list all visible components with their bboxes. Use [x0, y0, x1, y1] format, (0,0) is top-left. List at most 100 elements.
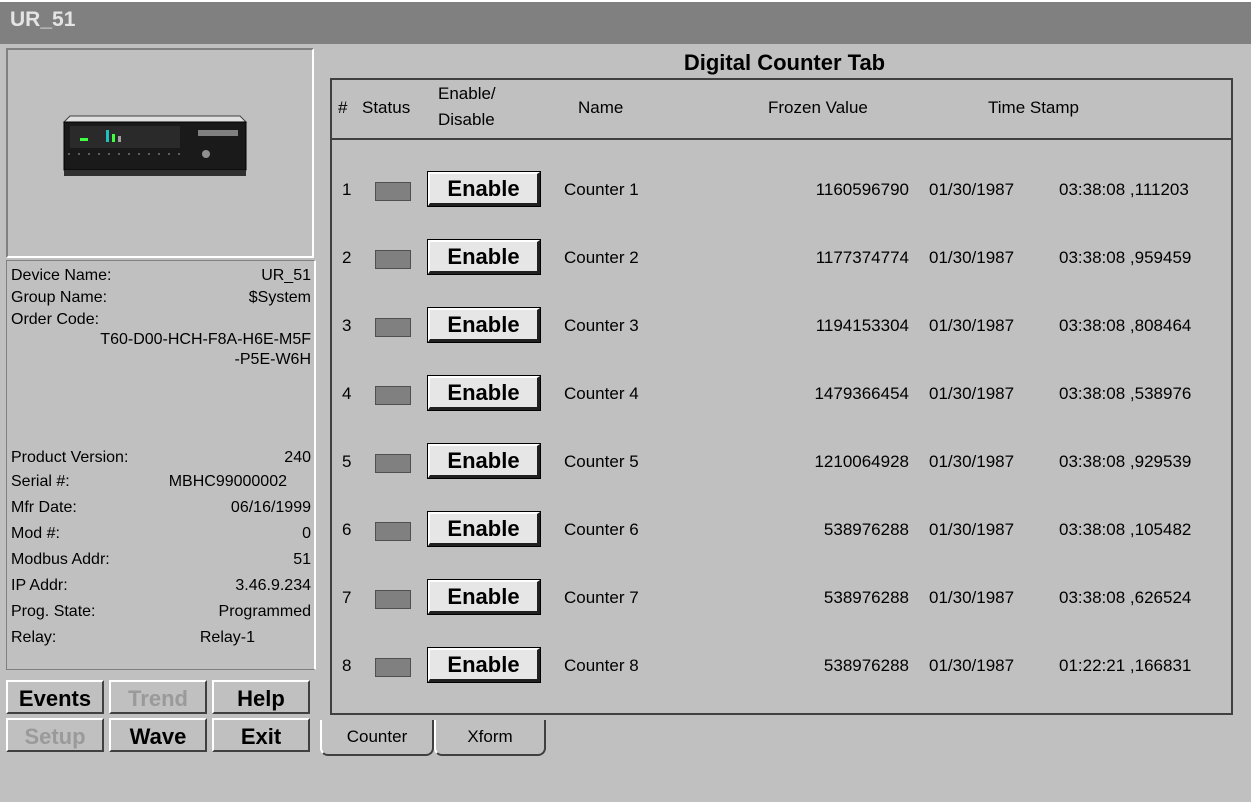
timestamp-time: 03:38:08 ,105482: [1059, 520, 1192, 539]
enable-button[interactable]: Enable: [427, 239, 541, 275]
header-enable-1: Enable/: [438, 84, 496, 103]
ip-addr-row: IP Addr: 3.46.9.234: [11, 577, 311, 594]
header-time-stamp: Time Stamp: [988, 98, 1080, 117]
group-name-row: Group Name: $System: [11, 289, 311, 306]
exit-button[interactable]: Exit: [212, 718, 310, 752]
table-row: 7 Enable Counter 7 538976288 01/30/1987 03:38…: [332, 578, 1231, 618]
row-num: 3: [342, 316, 352, 335]
timestamp-time: 03:38:08 ,111203: [1059, 180, 1189, 199]
setup-button[interactable]: Setup: [6, 718, 104, 752]
serial-row: Serial #: MBHC99000002: [11, 473, 287, 490]
timestamp-time: 03:38:08 ,538976: [1059, 384, 1192, 403]
enable-button[interactable]: Enable: [427, 171, 541, 207]
counter-name: Counter 7: [564, 588, 639, 607]
tab-counter[interactable]: Counter: [320, 720, 434, 756]
header-frozen-value: Frozen Value: [768, 98, 868, 117]
counter-table: # Status Enable/ Disable Name Frozen Val…: [330, 78, 1233, 715]
status-led: [375, 590, 411, 609]
relay-row: Relay: Relay-1: [11, 629, 255, 646]
frozen-value: 1479366454: [814, 384, 909, 403]
events-button[interactable]: Events: [6, 680, 104, 714]
status-led: [375, 386, 411, 405]
action-button-grid: Events Trend Help Setup Wave Exit: [6, 680, 314, 802]
title-bar: UR_51: [0, 0, 1251, 44]
timestamp-time: 01:22:21 ,166831: [1059, 656, 1192, 675]
enable-button[interactable]: Enable: [427, 647, 541, 683]
counter-name: Counter 3: [564, 316, 639, 335]
header-status: Status: [362, 98, 411, 117]
table-row: 6 Enable Counter 6 538976288 01/30/1987 03:38…: [332, 510, 1231, 550]
trend-button[interactable]: Trend: [109, 680, 207, 714]
timestamp-date: 01/30/1987: [929, 248, 1015, 267]
status-led: [375, 454, 411, 473]
page-title: Digital Counter Tab: [683, 50, 886, 75]
counter-name: Counter 6: [564, 520, 639, 539]
timestamp-time: 03:38:08 ,929539: [1059, 452, 1192, 471]
product-version-row: Product Version: 240: [11, 449, 311, 466]
frozen-value: 538976288: [823, 520, 909, 539]
mfr-date-row: Mfr Date: 06/16/1999: [11, 499, 311, 516]
timestamp-date: 01/30/1987: [929, 656, 1015, 675]
window-title: UR_51: [10, 8, 76, 31]
counter-name: Counter 2: [564, 248, 639, 267]
status-led: [375, 318, 411, 337]
counter-name: Counter 8: [564, 656, 639, 675]
modbus-addr-row: Modbus Addr: 51: [11, 551, 311, 568]
frozen-value: 538976288: [823, 656, 909, 675]
device-info-panel: Device Name: UR_51 Group Name: $System Ord…: [0, 44, 318, 766]
order-code-row: Order Code:: [11, 311, 100, 328]
row-num: 2: [342, 248, 352, 267]
row-num: 4: [342, 384, 352, 403]
timestamp-date: 01/30/1987: [929, 180, 1015, 199]
counter-name: Counter 5: [564, 452, 639, 471]
status-led: [375, 522, 411, 541]
timestamp-date: 01/30/1987: [929, 452, 1015, 471]
header-name: Name: [578, 98, 624, 117]
frozen-value: 538976288: [823, 588, 909, 607]
table-row: 2 Enable Counter 2 1177374774 01/30/1987 03:3…: [332, 238, 1231, 278]
mod-row: Mod #: 0: [11, 525, 311, 542]
enable-button[interactable]: Enable: [427, 443, 541, 479]
enable-button[interactable]: Enable: [427, 307, 541, 343]
status-led: [375, 658, 411, 677]
table-row: 8 Enable Counter 8 538976288 01/30/1987 01:22…: [332, 646, 1231, 686]
enable-button[interactable]: Enable: [427, 375, 541, 411]
table-row: 4 Enable Counter 4 1479366454 01/30/1987 03:3…: [332, 374, 1231, 414]
table-row: 1 Enable Counter 1 1160596790 01/30/1987 03:3…: [332, 170, 1231, 210]
enable-button[interactable]: Enable: [427, 579, 541, 615]
order-code-line2: -P5E-W6H: [234, 351, 311, 368]
table-row: 5 Enable Counter 5 1210064928 01/30/1987 03:3…: [332, 442, 1231, 482]
prog-state-row: Prog. State: Programmed: [11, 603, 311, 620]
timestamp-date: 01/30/1987: [929, 384, 1015, 403]
frozen-value: 1210064928: [814, 452, 909, 471]
timestamp-time: 03:38:08 ,959459: [1059, 248, 1192, 267]
timestamp-date: 01/30/1987: [929, 588, 1015, 607]
row-num: 1: [342, 180, 352, 199]
device-info-box: Device Name: UR_51 Group Name: $System Ord…: [6, 260, 316, 670]
timestamp-date: 01/30/1987: [929, 520, 1015, 539]
counter-name: Counter 4: [564, 384, 639, 403]
row-num: 6: [342, 520, 352, 539]
wave-button[interactable]: Wave: [109, 718, 207, 752]
frozen-value: 1177374774: [815, 248, 909, 267]
device-name-row: Device Name: UR_51: [11, 267, 311, 284]
table-row: 3 Enable Counter 3 1194153304 01/30/1987 03:3…: [332, 306, 1231, 346]
table-header: # Status Enable/ Disable Name Frozen Val…: [332, 80, 1231, 140]
row-num: 8: [342, 656, 352, 675]
status-led: [375, 250, 411, 269]
frozen-value: 1160596790: [815, 180, 909, 199]
frozen-value: 1194153304: [815, 316, 909, 335]
row-num: 5: [342, 452, 352, 471]
timestamp-time: 03:38:08 ,808464: [1059, 316, 1192, 335]
timestamp-time: 03:38:08 ,626524: [1059, 588, 1192, 607]
tab-xform[interactable]: Xform: [434, 720, 546, 756]
status-led: [375, 182, 411, 201]
timestamp-date: 01/30/1987: [929, 316, 1015, 335]
main-panel: Digital Counter Tab # Status Enable/ Dis…: [318, 44, 1251, 766]
help-button[interactable]: Help: [212, 680, 310, 714]
row-num: 7: [342, 588, 352, 607]
enable-button[interactable]: Enable: [427, 511, 541, 547]
header-num: #: [338, 98, 348, 117]
tab-strip: Counter Xform: [318, 720, 1251, 764]
relay-device-icon: [62, 115, 248, 176]
